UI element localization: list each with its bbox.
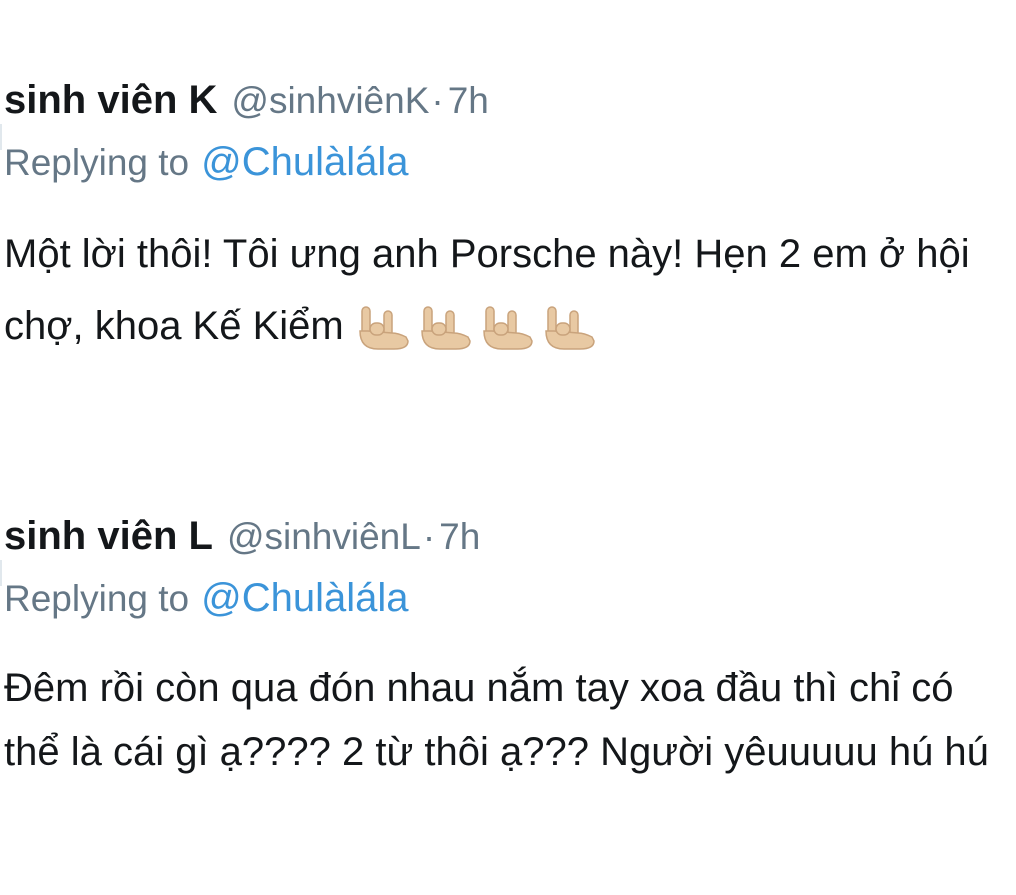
timestamp[interactable]: 7h <box>439 516 480 558</box>
user-handle[interactable]: @sinhviênK <box>231 80 429 122</box>
display-name[interactable]: sinh viên L <box>4 514 213 559</box>
sign-of-horns-emoji <box>358 306 409 351</box>
tweet-header: sinh viên L @sinhviênL · 7h <box>4 514 1004 570</box>
replying-to-mention[interactable]: @Chulàlála <box>201 140 408 184</box>
sign-of-horns-emoji <box>420 306 471 351</box>
tweet-text: Đêm rồi còn qua đón nhau nắm tay xoa đầu… <box>4 656 994 784</box>
display-name[interactable]: sinh viên K <box>4 78 217 123</box>
replying-to-mention[interactable]: @Chulàlála <box>201 576 408 620</box>
emoji-group <box>354 303 598 353</box>
replying-to-label: Replying to <box>4 142 190 183</box>
tweet-sinh-vien-l[interactable]: sinh viên L @sinhviênL · 7h Replying to @… <box>0 514 1004 784</box>
separator-dot: · <box>431 80 444 121</box>
tweet-text: Một lời thôi! Tôi ưng anh Porsche này! H… <box>4 218 994 362</box>
timestamp[interactable]: 7h <box>448 80 489 122</box>
replying-to-line: Replying to @Chulàlála <box>0 560 1004 626</box>
replying-to-line: Replying to @Chulàlála <box>0 124 1004 190</box>
sign-of-horns-emoji <box>482 306 533 351</box>
sign-of-horns-emoji <box>544 306 595 351</box>
user-handle[interactable]: @sinhviênL <box>227 516 421 558</box>
tweet-header: sinh viên K @sinhviênK · 7h <box>4 78 1004 134</box>
tweet-text-content: Đêm rồi còn qua đón nhau nắm tay xoa đầu… <box>4 666 989 774</box>
tweet-sinh-vien-k[interactable]: sinh viên K @sinhviênK · 7h Replying to @… <box>0 78 1004 362</box>
replying-to-label: Replying to <box>4 578 190 619</box>
separator-dot: · <box>422 516 436 557</box>
